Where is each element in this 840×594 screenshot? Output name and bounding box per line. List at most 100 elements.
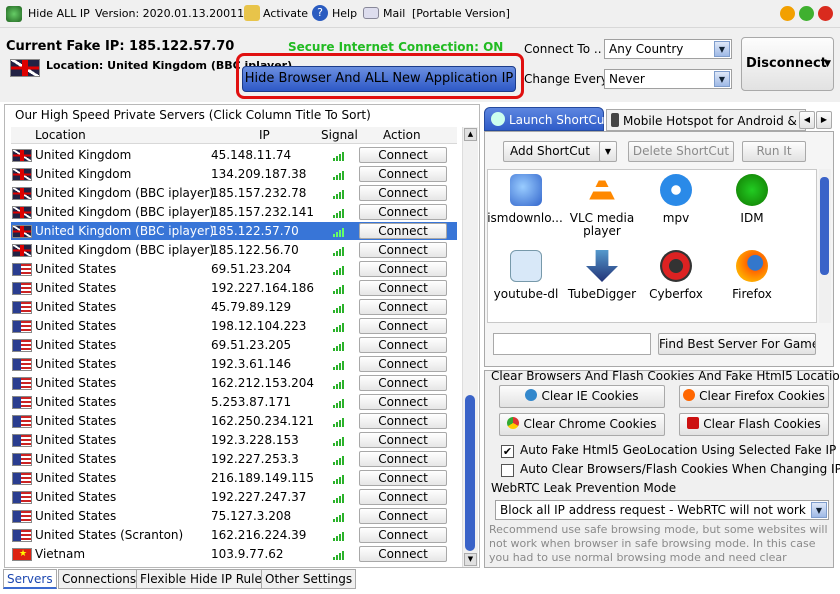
change-every-select[interactable]: Never ▼ <box>604 69 732 89</box>
app-label[interactable]: ismdownlo... <box>485 212 565 225</box>
delete-shortcut-button[interactable]: Delete ShortCut <box>628 141 734 162</box>
scrollbar-thumb[interactable] <box>820 177 829 275</box>
connect-button[interactable]: Connect <box>359 451 447 467</box>
help-link[interactable]: Help <box>332 7 357 20</box>
table-row[interactable]: United Kingdom (BBC iplayer) 185.122.56.7… <box>11 241 457 260</box>
connect-button[interactable]: Connect <box>359 470 447 486</box>
table-row[interactable]: Vietnam 103.9.77.62 Connect <box>11 545 457 564</box>
run-it-button[interactable]: Run It <box>742 141 806 162</box>
ism-icon[interactable] <box>510 174 542 206</box>
table-row[interactable]: United States 192.3.228.153 Connect <box>11 431 457 450</box>
tubedigger-icon[interactable] <box>586 250 618 282</box>
table-row[interactable]: United Kingdom 134.209.187.38 Connect <box>11 165 457 184</box>
tab-scroll-left-icon[interactable]: ◀ <box>799 111 815 129</box>
app-label[interactable]: VLC media player <box>562 212 642 238</box>
connect-button[interactable]: Connect <box>359 261 447 277</box>
close-button[interactable] <box>818 6 833 21</box>
add-shortcut-dropdown-icon[interactable]: ▼ <box>599 141 617 162</box>
clear-chrome-button[interactable]: Clear Chrome Cookies <box>499 413 665 436</box>
app-label[interactable]: Cyberfox <box>636 288 716 301</box>
scroll-up-icon[interactable]: ▲ <box>464 128 477 141</box>
auto-fake-checkbox[interactable]: ✔ <box>501 445 514 458</box>
connect-button[interactable]: Connect <box>359 299 447 315</box>
connect-button[interactable]: Connect <box>359 432 447 448</box>
connect-button[interactable]: Connect <box>359 356 447 372</box>
find-best-server-button[interactable]: Find Best Server For Game <box>658 333 816 355</box>
game-search-input[interactable] <box>493 333 651 355</box>
clear-ie-button[interactable]: Clear IE Cookies <box>499 385 665 408</box>
vlc-icon[interactable] <box>586 174 618 206</box>
disconnect-button[interactable]: Disconnect ▼ <box>741 37 834 91</box>
connect-button[interactable]: Connect <box>359 318 447 334</box>
connect-to-select[interactable]: Any Country ▼ <box>604 39 732 59</box>
table-row[interactable]: United States 69.51.23.205 Connect <box>11 336 457 355</box>
mail-link[interactable]: Mail <box>383 7 405 20</box>
app-label[interactable]: mpv <box>636 212 716 225</box>
table-row[interactable]: United States 162.250.234.121 Connect <box>11 412 457 431</box>
clear-flash-button[interactable]: Clear Flash Cookies <box>679 413 829 436</box>
table-row[interactable]: United States 75.127.3.208 Connect <box>11 507 457 526</box>
connect-button[interactable]: Connect <box>359 527 447 543</box>
table-row[interactable]: United Kingdom 45.148.11.74 Connect <box>11 146 457 165</box>
servers-scrollbar[interactable]: ▲ ▼ <box>462 127 478 567</box>
cyberfox-icon[interactable] <box>660 250 692 282</box>
add-shortcut-button[interactable]: Add ShortCut <box>503 141 601 162</box>
connect-button[interactable]: Connect <box>359 185 447 201</box>
table-row[interactable]: United States 192.3.61.146 Connect <box>11 355 457 374</box>
connect-button[interactable]: Connect <box>359 204 447 220</box>
connect-button[interactable]: Connect <box>359 242 447 258</box>
youtube-dl-icon[interactable] <box>510 250 542 282</box>
connect-button[interactable]: Connect <box>359 489 447 505</box>
tab-mobile-hotspot[interactable]: Mobile Hotspot for Android & I <box>606 109 806 131</box>
table-row[interactable]: United States 216.189.149.115 Connect <box>11 469 457 488</box>
connect-button[interactable]: Connect <box>359 508 447 524</box>
tab-flexible-rules[interactable]: Flexible Hide IP Rules <box>136 569 273 589</box>
column-action[interactable]: Action <box>383 128 421 142</box>
connect-button[interactable]: Connect <box>359 337 447 353</box>
table-row[interactable]: United States 192.227.247.37 Connect <box>11 488 457 507</box>
connect-button[interactable]: Connect <box>359 166 447 182</box>
idm-icon[interactable] <box>736 174 768 206</box>
table-row[interactable]: United Kingdom (BBC iplayer) 185.157.232.… <box>11 184 457 203</box>
connect-button[interactable]: Connect <box>359 413 447 429</box>
table-row[interactable]: United States 198.12.104.223 Connect <box>11 317 457 336</box>
table-row[interactable]: United States (Scranton) 162.216.224.39 Co… <box>11 526 457 545</box>
connect-button[interactable]: Connect <box>359 546 447 562</box>
table-row[interactable]: United Kingdom (BBC iplayer) 185.122.57.7… <box>11 222 457 241</box>
activate-link[interactable]: Activate <box>263 7 308 20</box>
clear-firefox-button[interactable]: Clear Firefox Cookies <box>679 385 829 408</box>
webrtc-select[interactable]: Block all IP address request - WebRTC wi… <box>495 500 829 520</box>
tab-scroll-right-icon[interactable]: ▶ <box>816 111 832 129</box>
column-location[interactable]: Location <box>35 128 86 142</box>
connect-button[interactable]: Connect <box>359 280 447 296</box>
maximize-button[interactable] <box>799 6 814 21</box>
scroll-down-icon[interactable]: ▼ <box>464 553 477 566</box>
shortcut-scrollbar[interactable] <box>819 169 831 323</box>
table-row[interactable]: United Kingdom (BBC iplayer) 185.157.232.… <box>11 203 457 222</box>
connect-button[interactable]: Connect <box>359 147 447 163</box>
app-label[interactable]: Firefox <box>712 288 792 301</box>
hide-browser-button[interactable]: Hide Browser And ALL New Application IP <box>242 66 516 92</box>
column-signal[interactable]: Signal <box>321 128 358 142</box>
auto-clear-checkbox[interactable] <box>501 464 514 477</box>
tab-connections[interactable]: Connections <box>58 569 141 589</box>
app-label[interactable]: youtube-dl <box>486 288 566 301</box>
connect-button[interactable]: Connect <box>359 223 447 239</box>
firefox-icon[interactable] <box>736 250 768 282</box>
table-row[interactable]: United States 162.212.153.204 Connect <box>11 374 457 393</box>
connect-button[interactable]: Connect <box>359 394 447 410</box>
scrollbar-thumb[interactable] <box>465 395 475 551</box>
tab-servers[interactable]: Servers <box>3 569 57 589</box>
tab-launch-shortcut[interactable]: Launch ShortCut <box>484 107 609 131</box>
table-row[interactable]: United States 5.253.87.171 Connect <box>11 393 457 412</box>
column-ip[interactable]: IP <box>259 128 270 142</box>
table-row[interactable]: United States 192.227.253.3 Connect <box>11 450 457 469</box>
app-label[interactable]: IDM <box>712 212 792 225</box>
table-row[interactable]: United States 69.51.23.204 Connect <box>11 260 457 279</box>
connect-button[interactable]: Connect <box>359 375 447 391</box>
app-label[interactable]: TubeDigger <box>562 288 642 301</box>
minimize-button[interactable] <box>780 6 795 21</box>
table-row[interactable]: United States 45.79.89.129 Connect <box>11 298 457 317</box>
table-row[interactable]: United States 192.227.164.186 Connect <box>11 279 457 298</box>
mpv-icon[interactable] <box>660 174 692 206</box>
